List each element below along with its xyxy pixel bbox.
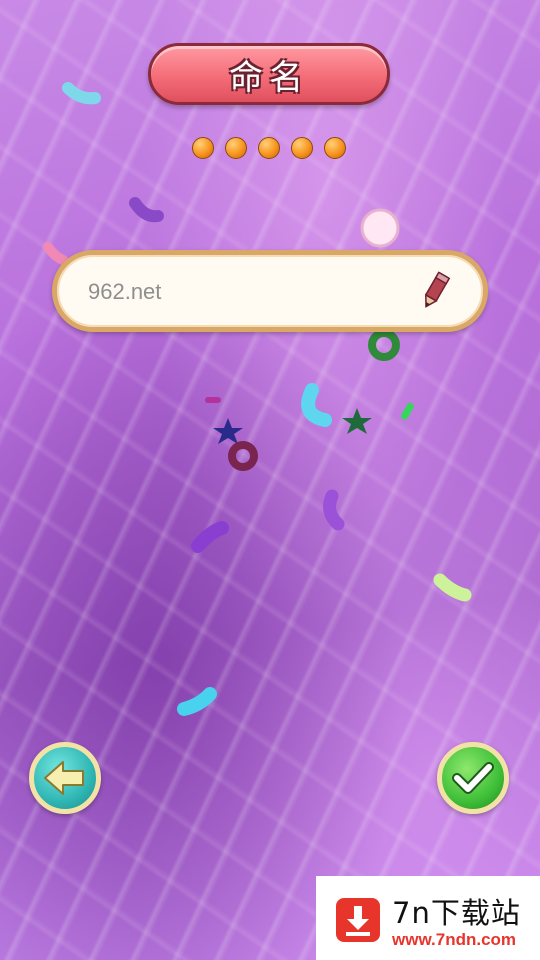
candy-donut [228, 441, 258, 471]
download-icon [336, 898, 380, 942]
watermark-title: 7n下载站 [392, 896, 521, 930]
candy-star [213, 418, 243, 444]
name-input-value[interactable]: 962.net [88, 279, 161, 305]
back-button[interactable] [29, 742, 101, 814]
candy-jellybean [129, 197, 164, 223]
candy-star [342, 408, 372, 434]
progress-dot [225, 137, 247, 159]
candy-stick [205, 397, 221, 403]
progress-dots [192, 137, 346, 159]
progress-dot [291, 137, 313, 159]
candy-jellybean [62, 82, 101, 105]
page-title: 命名 [229, 57, 309, 98]
pencil-icon[interactable] [415, 271, 455, 311]
title-banner: 命名 [148, 43, 390, 105]
candy-jellybean [301, 383, 332, 427]
watermark-badge: 7n下载站 www.7ndn.com [316, 876, 540, 960]
candy-jellybean [433, 573, 472, 602]
candy-mint [360, 208, 400, 248]
confirm-button[interactable] [437, 742, 509, 814]
name-input[interactable]: 962.net [52, 250, 488, 332]
arrow-left-icon [44, 761, 84, 795]
candy-jellybean [191, 521, 229, 553]
checkmark-icon [452, 762, 494, 794]
candy-jellybean [323, 489, 345, 531]
candy-stick [401, 402, 414, 420]
candy-donut [368, 329, 400, 361]
progress-dot [324, 137, 346, 159]
candy-jellybean [43, 242, 68, 265]
candy-jellybean [177, 687, 217, 716]
progress-dot [192, 137, 214, 159]
progress-dot [258, 137, 280, 159]
watermark-url: www.7ndn.com [392, 930, 517, 949]
